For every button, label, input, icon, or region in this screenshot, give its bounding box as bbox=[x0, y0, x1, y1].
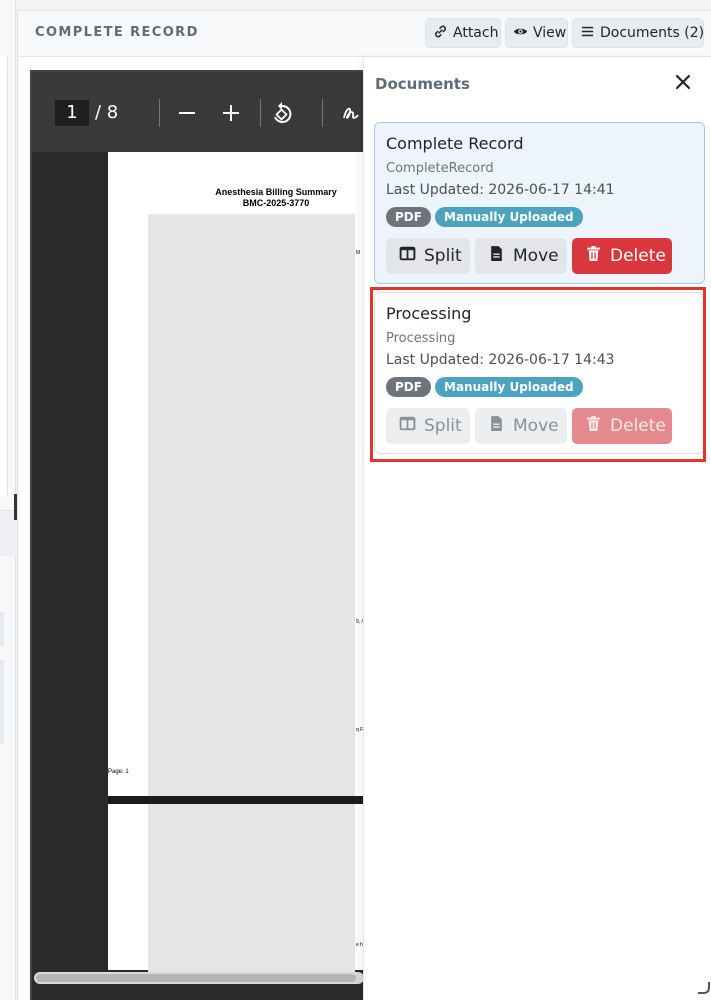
documents-label: Documents (2) bbox=[600, 25, 705, 41]
attach-button[interactable]: Attach bbox=[425, 18, 501, 48]
pdf-title-line: Anesthesia Billing Summary bbox=[215, 187, 337, 197]
document-updated: Last Updated: 2026-06-17 14:41 bbox=[386, 182, 615, 198]
split-icon bbox=[399, 245, 416, 267]
pdf-text-fragment: 9, / bbox=[356, 619, 363, 625]
delete-label: Delete bbox=[610, 246, 666, 266]
pdf-text-fragment: e h bbox=[356, 942, 363, 948]
eye-icon bbox=[513, 24, 528, 43]
horizontal-scrollbar[interactable] bbox=[34, 972, 364, 984]
scrollbar-thumb[interactable] bbox=[36, 974, 356, 982]
highlight-outline bbox=[370, 287, 706, 462]
resize-corner[interactable] bbox=[698, 982, 710, 994]
pdf-title-line: BMC-2025-3770 bbox=[242, 198, 310, 208]
attach-label: Attach bbox=[453, 25, 499, 41]
toolbar-divider bbox=[322, 99, 323, 127]
link-icon bbox=[433, 24, 448, 43]
signature-icon[interactable] bbox=[342, 98, 364, 128]
documents-button[interactable]: Documents (2) bbox=[572, 18, 704, 48]
source-badge: Manually Uploaded bbox=[435, 207, 583, 227]
view-button[interactable]: View bbox=[505, 18, 568, 48]
left-panel-section bbox=[0, 660, 4, 744]
toolbar-divider bbox=[260, 99, 261, 127]
pdf-viewer[interactable]: 1 / 8 Anesthesia Billing Summary BMC-202… bbox=[30, 70, 367, 1000]
panel-title: COMPLETE RECORD bbox=[35, 25, 199, 40]
document-type: CompleteRecord bbox=[386, 161, 494, 176]
move-label: Move bbox=[513, 246, 559, 266]
zoom-in-icon[interactable] bbox=[222, 98, 240, 128]
menu-icon bbox=[580, 24, 595, 43]
split-label: Split bbox=[424, 246, 462, 266]
left-panel-section bbox=[0, 612, 4, 646]
pdf-toolbar: 1 / 8 bbox=[32, 72, 363, 152]
pdf-document-title: Anesthesia Billing Summary BMC-2025-3770 bbox=[206, 187, 346, 209]
page-number-input[interactable]: 1 bbox=[55, 100, 89, 126]
document-name: Complete Record bbox=[386, 134, 524, 153]
file-icon bbox=[488, 245, 505, 267]
pdf-page: Anesthesia Billing Summary BMC-2025-3770… bbox=[108, 152, 367, 974]
drawer-title: Documents bbox=[375, 75, 470, 93]
view-label: View bbox=[533, 25, 567, 41]
zoom-out-icon[interactable] bbox=[178, 98, 196, 128]
pdf-page-footer: Page: 1 bbox=[108, 769, 129, 775]
panel-header: COMPLETE RECORD Attach View Documents (2… bbox=[18, 11, 711, 57]
record-panel: COMPLETE RECORD Attach View Documents (2… bbox=[17, 10, 711, 1000]
app-window: COMPLETE RECORD Attach View Documents (2… bbox=[0, 0, 711, 1000]
document-card[interactable]: Complete Record CompleteRecord Last Upda… bbox=[374, 122, 705, 284]
trash-icon bbox=[585, 245, 602, 267]
move-button[interactable]: Move bbox=[475, 238, 567, 274]
split-button[interactable]: Split bbox=[386, 238, 470, 274]
documents-drawer: Documents Complete Record CompleteRecord… bbox=[363, 58, 711, 1000]
format-badge: PDF bbox=[386, 207, 431, 227]
pdf-redacted-area bbox=[148, 214, 355, 974]
rotate-icon[interactable] bbox=[270, 98, 296, 128]
delete-button[interactable]: Delete bbox=[572, 238, 672, 274]
page-total: / 8 bbox=[95, 102, 119, 123]
pdf-rule bbox=[108, 796, 367, 804]
toolbar-divider bbox=[159, 99, 160, 127]
left-panel-section bbox=[0, 56, 8, 496]
close-icon[interactable] bbox=[672, 71, 694, 93]
pdf-text-fragment: M bbox=[356, 250, 361, 256]
